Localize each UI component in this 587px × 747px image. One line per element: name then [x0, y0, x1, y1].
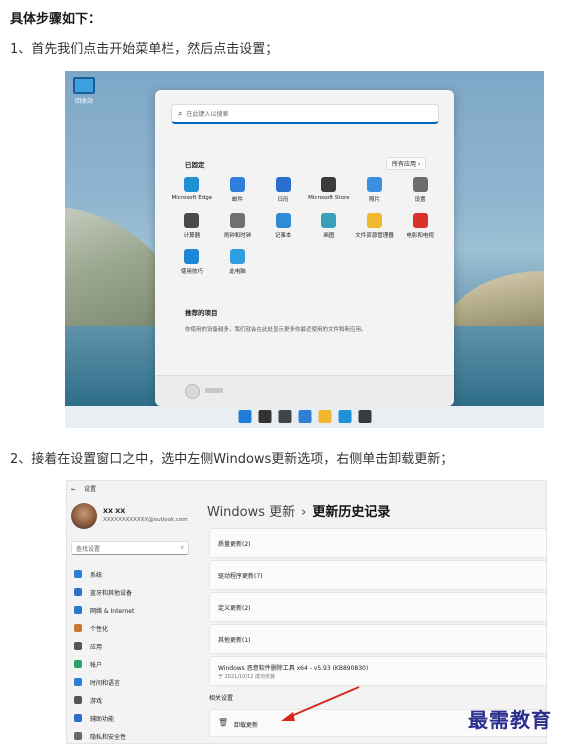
pinned-app[interactable]: Microsoft Edge	[169, 177, 215, 203]
pinned-app[interactable]: Microsoft Store	[306, 177, 352, 203]
pinned-app[interactable]: 邮件	[215, 177, 261, 203]
start-menu-screenshot: 回收站 ⌕ 在此键入以搜索 已固定 所有应用 › Microsoft Edge 邮…	[65, 71, 544, 428]
pinned-app-label: 计算器	[183, 233, 201, 239]
pinned-app[interactable]: 画图	[306, 213, 352, 239]
pinned-app-label: 此电脑	[229, 269, 246, 275]
file-explorer-icon[interactable]	[318, 410, 331, 423]
pinned-app-label: 画图	[323, 233, 335, 239]
pinned-app[interactable]: 电影和电视	[397, 213, 443, 239]
recycle-bin-desktop-icon[interactable]: 回收站	[73, 77, 95, 105]
monitor-icon	[73, 77, 95, 94]
tips-icon	[184, 249, 200, 264]
calendar-icon	[275, 177, 291, 192]
start-menu: ⌕ 在此键入以搜索 已固定 所有应用 › Microsoft Edge 邮件 日历 M…	[155, 90, 454, 406]
edge-icon[interactable]	[338, 410, 351, 423]
pinned-app-label: 闹钟和时钟	[223, 233, 252, 239]
pinned-app-label: Microsoft Edge	[171, 195, 213, 201]
pinned-app-label: 使用技巧	[180, 269, 203, 275]
pinned-apps-grid: Microsoft Edge 邮件 日历 Microsoft Store 照片 设置计算器…	[169, 177, 443, 275]
pinned-app[interactable]: 计算器	[169, 213, 215, 239]
folder-icon	[366, 213, 382, 228]
pinned-app[interactable]: 文件资源管理器	[352, 213, 398, 239]
user-name-redacted	[205, 388, 223, 393]
step-2-text: 2、接着在设置窗口之中，选中左侧Windows更新选项，右侧单击卸载更新；	[10, 452, 454, 467]
mail-icon	[229, 177, 245, 192]
this-pc-icon	[229, 249, 245, 264]
start-search-input[interactable]: ⌕ 在此键入以搜索	[171, 104, 439, 124]
store-icon[interactable]	[358, 410, 371, 423]
pinned-app[interactable]: 此电脑	[215, 249, 261, 275]
store-icon	[321, 177, 337, 192]
movies-icon	[412, 213, 428, 228]
pinned-app-label: 照片	[368, 197, 380, 203]
pinned-app-label: 文件资源管理器	[355, 233, 394, 239]
recommended-text: 你使用的设备越多，我们就会在此处显示更多你最近使用的文件和新应用。	[185, 327, 367, 333]
paint-icon	[321, 213, 337, 228]
start-icon[interactable]	[238, 410, 251, 423]
widgets-icon[interactable]	[298, 410, 311, 423]
photos-icon	[366, 177, 382, 192]
edge-icon	[184, 177, 200, 192]
watermark-logo: 最需教育	[468, 708, 552, 732]
search-icon: ⌕	[178, 108, 183, 118]
pinned-app[interactable]: 闹钟和时钟	[215, 213, 261, 239]
taskbar-icons	[238, 410, 371, 423]
user-avatar-icon[interactable]	[185, 384, 200, 399]
desktop-icon-label: 回收站	[74, 98, 93, 105]
pinned-app[interactable]: 照片	[352, 177, 398, 203]
pinned-app[interactable]: 记事本	[260, 213, 306, 239]
pinned-app[interactable]: 使用技巧	[169, 249, 215, 275]
step-1-text: 1、首先我们点击开始菜单栏，然后点击设置；	[10, 42, 279, 57]
task-view-icon[interactable]	[278, 410, 291, 423]
all-apps-button[interactable]: 所有应用 ›	[386, 157, 427, 170]
pinned-app-label: 邮件	[231, 197, 243, 203]
pinned-app[interactable]: 日历	[260, 177, 306, 203]
all-apps-label: 所有应用	[392, 161, 417, 168]
article-heading: 具体步骤如下：	[10, 12, 102, 27]
notepad-icon	[275, 213, 291, 228]
taskbar	[65, 406, 544, 428]
calculator-icon	[184, 213, 200, 228]
pinned-label: 已固定	[185, 161, 205, 169]
settings-gear-icon	[412, 177, 428, 192]
pinned-app-label: 日历	[277, 197, 289, 203]
pinned-app-label: Microsoft Store	[308, 195, 350, 201]
start-search-placeholder: 在此键入以搜索	[186, 111, 229, 118]
pinned-app-label: 记事本	[274, 233, 292, 239]
recommended-title: 推荐的项目	[185, 309, 218, 317]
search-icon[interactable]	[258, 410, 271, 423]
pinned-app-label: 电影和电视	[406, 233, 434, 239]
clock-icon	[229, 213, 245, 228]
pinned-app-label: 设置	[414, 197, 426, 203]
pinned-app[interactable]: 设置	[397, 177, 443, 203]
start-menu-footer	[155, 375, 454, 406]
